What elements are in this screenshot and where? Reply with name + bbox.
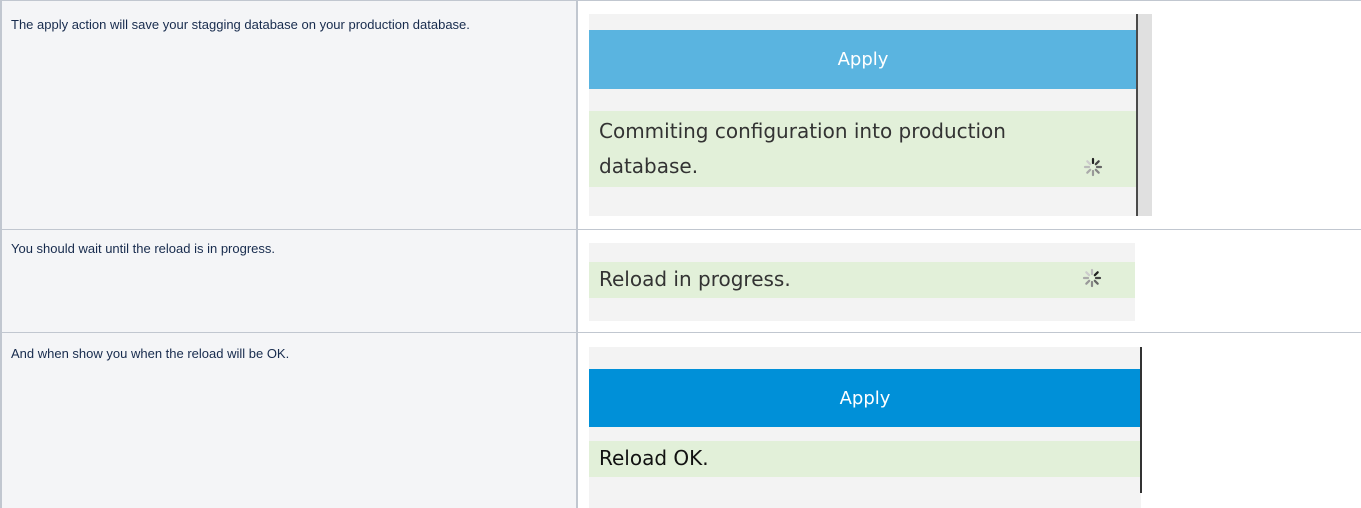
status-text: Commiting configuration into production … bbox=[599, 119, 1006, 178]
status-text: Reload OK. bbox=[599, 446, 709, 470]
row-description: And when show you when the reload will b… bbox=[11, 346, 290, 361]
panel-edge bbox=[1140, 347, 1142, 493]
status-message: Reload in progress. bbox=[589, 262, 1135, 298]
row-description: The apply action will save your stagging… bbox=[11, 17, 470, 32]
screenshot-reload-ok: Apply Reload OK. bbox=[589, 347, 1142, 508]
apply-button-label: Apply bbox=[839, 387, 891, 409]
instructions-table: The apply action will save your stagging… bbox=[0, 0, 1361, 508]
status-message: Commiting configuration into production … bbox=[589, 111, 1137, 187]
screenshot-reload-progress: Reload in progress. bbox=[589, 243, 1135, 321]
scrollbar-track[interactable] bbox=[1138, 14, 1152, 216]
table-row: You should wait until the reload is in p… bbox=[2, 230, 576, 332]
loading-spinner-icon bbox=[1083, 157, 1103, 177]
status-text: Reload in progress. bbox=[599, 267, 791, 291]
apply-button[interactable]: Apply bbox=[589, 30, 1137, 89]
table-row: And when show you when the reload will b… bbox=[2, 333, 576, 508]
screenshot-apply-committing: Apply Commiting configuration into produ… bbox=[589, 14, 1152, 216]
row-description: You should wait until the reload is in p… bbox=[11, 241, 276, 256]
column-divider bbox=[576, 0, 578, 508]
table-row: The apply action will save your stagging… bbox=[2, 1, 576, 229]
status-message: Reload OK. bbox=[589, 441, 1141, 477]
apply-button-label: Apply bbox=[837, 49, 889, 70]
apply-button[interactable]: Apply bbox=[589, 369, 1141, 427]
loading-spinner-icon bbox=[1082, 268, 1102, 288]
